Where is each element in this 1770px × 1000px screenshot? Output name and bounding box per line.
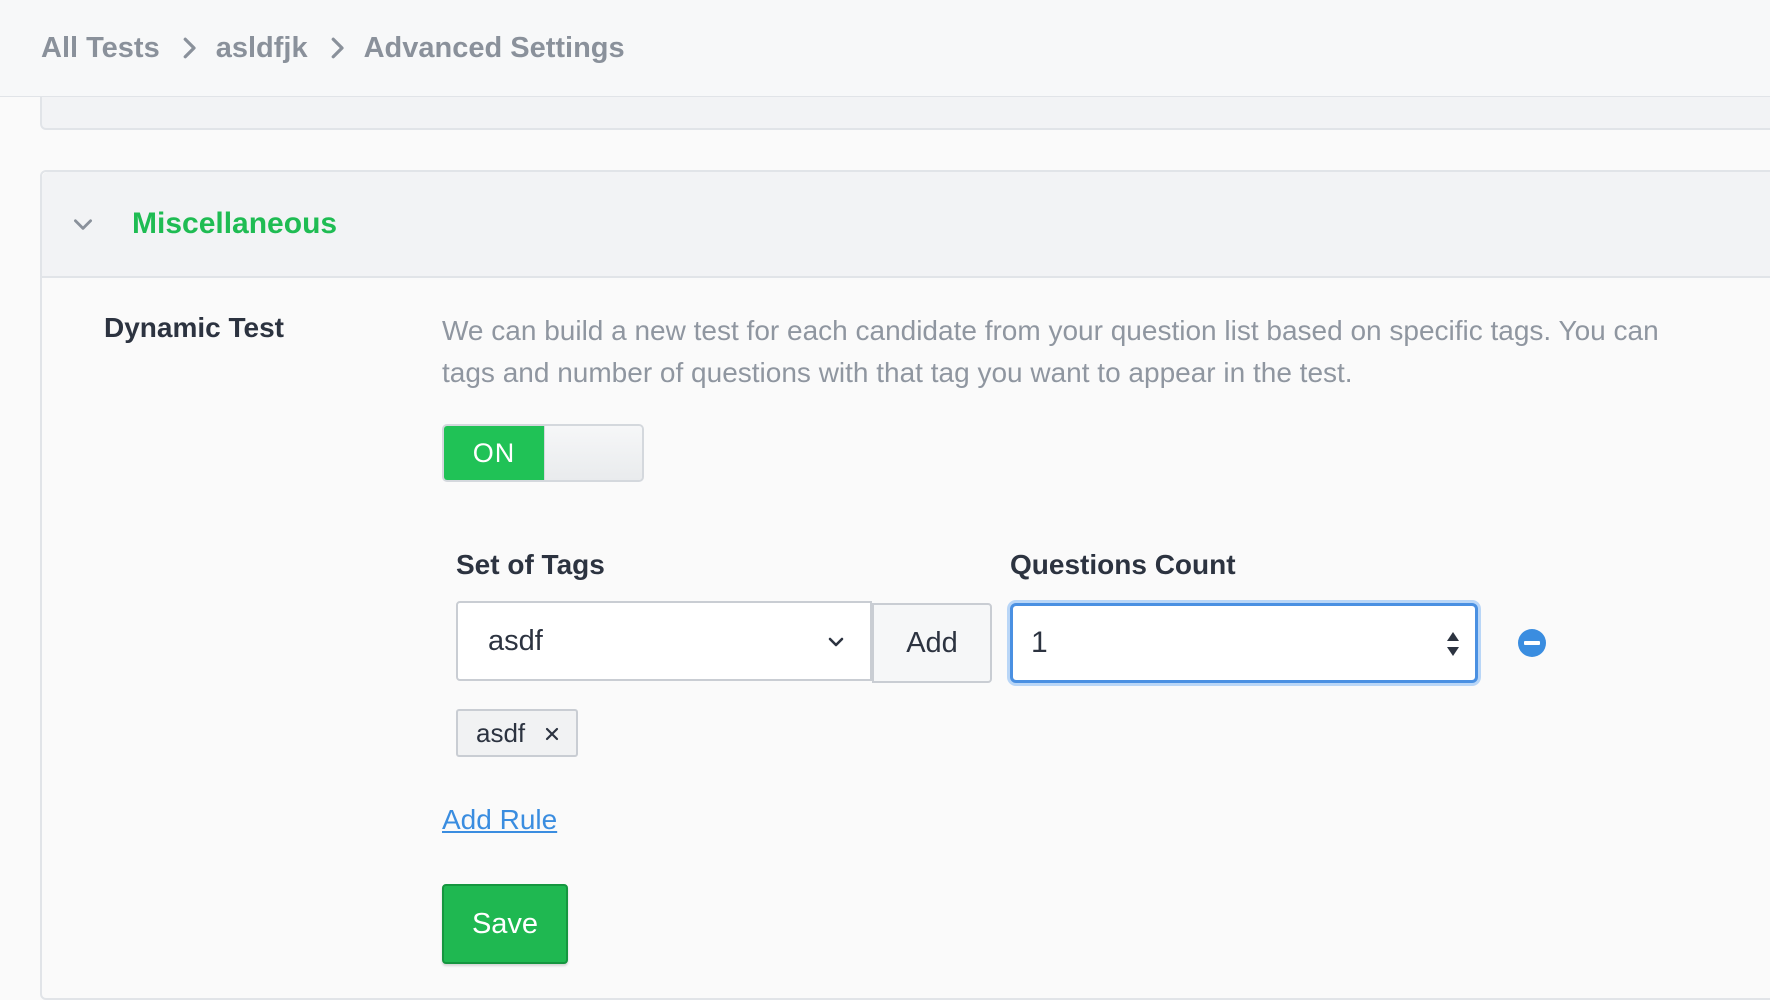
breadcrumb-all-tests[interactable]: All Tests: [41, 32, 160, 65]
remove-rule-icon[interactable]: [1516, 627, 1548, 659]
save-button[interactable]: Save: [442, 884, 568, 964]
questions-count-label: Questions Count: [1010, 549, 1236, 580]
set-of-tags-label: Set of Tags: [456, 549, 605, 580]
tags-select[interactable]: asdf: [456, 601, 872, 681]
chevron-down-icon: [828, 637, 844, 647]
tag-chip-label: asdf: [476, 717, 526, 748]
breadcrumb-current-page: Advanced Settings: [363, 31, 625, 64]
section-header[interactable]: Miscellaneous: [42, 172, 1770, 278]
description-line-2: tags and number of questions with that t…: [442, 357, 1353, 388]
previous-section-panel: [40, 97, 1770, 130]
add-tag-button[interactable]: Add: [872, 603, 992, 683]
selected-tag-chip: asdf: [456, 709, 578, 757]
dynamic-test-label: Dynamic Test: [104, 312, 284, 343]
questions-count-input[interactable]: 1: [1010, 603, 1478, 683]
number-stepper-icon[interactable]: [1445, 628, 1461, 660]
chevron-right-icon: [331, 37, 344, 59]
breadcrumb-test-name[interactable]: asldfjk: [216, 32, 308, 65]
chevron-down-icon[interactable]: [70, 211, 96, 237]
dynamic-test-description: We can build a new test for each candida…: [442, 310, 1770, 394]
add-rule-link[interactable]: Add Rule: [442, 804, 557, 836]
chevron-right-icon: [183, 37, 196, 59]
description-line-1: We can build a new test for each candida…: [442, 315, 1659, 346]
questions-count-value: 1: [1031, 626, 1048, 659]
breadcrumb: All Tests asldfjk Advanced Settings: [0, 0, 1770, 97]
section-title: Miscellaneous: [132, 207, 338, 240]
dynamic-test-toggle[interactable]: ON: [442, 424, 644, 482]
toggle-on-label: ON: [444, 426, 544, 480]
miscellaneous-section: Miscellaneous Dynamic Test We can build …: [40, 170, 1770, 1000]
close-icon[interactable]: [544, 726, 560, 742]
tags-select-value: asdf: [488, 624, 543, 657]
toggle-knob: [544, 426, 642, 480]
